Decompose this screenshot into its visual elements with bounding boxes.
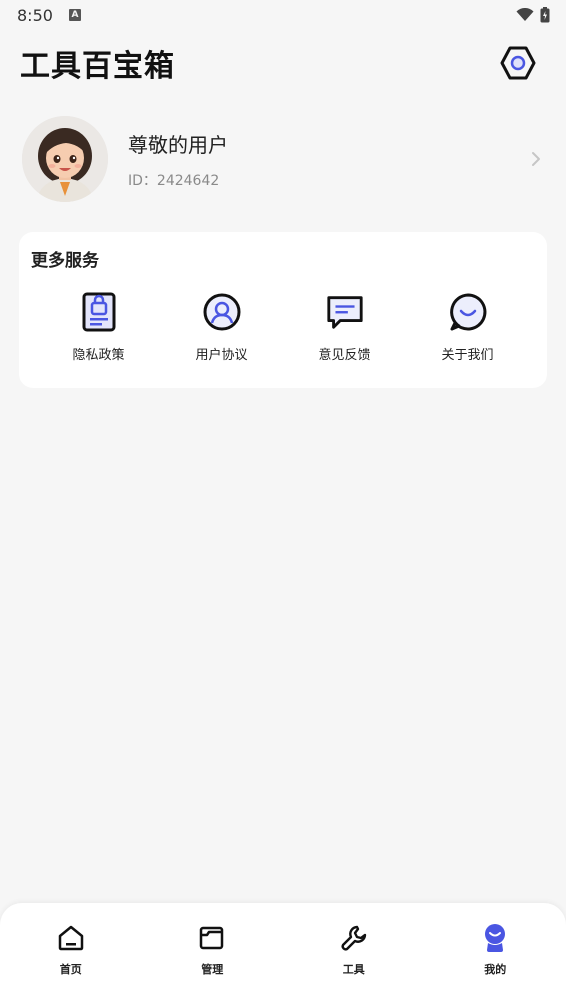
status-right	[516, 7, 550, 23]
tab-label: 管理	[201, 963, 224, 976]
home-icon	[56, 923, 86, 953]
service-user-agreement[interactable]: 用户协议	[160, 292, 283, 363]
folder-icon	[197, 923, 227, 953]
tab-tools[interactable]: 工具	[304, 923, 404, 1008]
service-feedback[interactable]: 意见反馈	[283, 292, 406, 363]
profile-id: ID：2424642	[128, 172, 220, 189]
service-about-us[interactable]: 关于我们	[406, 292, 529, 363]
hexagon-settings-icon	[500, 46, 536, 80]
tab-mine[interactable]: 我的	[445, 923, 545, 1008]
service-label: 意见反馈	[318, 348, 371, 363]
service-label: 关于我们	[441, 348, 494, 363]
profile-name: 尊敬的用户	[128, 132, 228, 157]
wrench-icon	[339, 923, 369, 953]
service-label: 隐私政策	[72, 348, 125, 363]
status-left: 8:50 A	[17, 6, 81, 25]
about-chat-icon	[448, 292, 488, 332]
settings-button[interactable]	[498, 43, 538, 83]
tab-home[interactable]: 首页	[21, 923, 121, 1008]
a-icon: A	[68, 9, 81, 21]
tab-label: 首页	[59, 963, 82, 976]
tab-label: 工具	[342, 963, 365, 976]
bottom-tab-bar: 首页 管理 工具 我的	[0, 903, 566, 1008]
battery-icon	[540, 7, 550, 23]
services-grid: 隐私政策 用户协议 意见反馈 关于我们	[37, 292, 529, 363]
service-privacy-policy[interactable]: 隐私政策	[37, 292, 160, 363]
profile-icon	[480, 923, 510, 953]
wifi-icon	[516, 8, 534, 21]
tab-label: 我的	[484, 963, 507, 976]
privacy-lock-icon	[79, 292, 119, 332]
page-title: 工具百宝箱	[20, 49, 175, 84]
avatar-girl	[22, 116, 108, 202]
profile-text: 尊敬的用户 ID：2424642	[128, 129, 526, 190]
user-agreement-icon	[202, 292, 242, 332]
status-bar: 8:50 A	[0, 0, 566, 30]
tab-manage[interactable]: 管理	[162, 923, 262, 1008]
header: 工具百宝箱	[0, 38, 566, 88]
service-label: 用户协议	[195, 348, 248, 363]
feedback-icon	[325, 292, 365, 332]
profile-row[interactable]: 尊敬的用户 ID：2424642	[22, 114, 546, 204]
services-title: 更多服务	[31, 251, 99, 271]
chevron-right-icon[interactable]	[526, 149, 546, 169]
avatar[interactable]	[22, 116, 108, 202]
status-time: 8:50	[17, 5, 53, 25]
more-services-card: 更多服务 隐私政策 用户协议 意见反馈 关于我们	[19, 232, 547, 388]
